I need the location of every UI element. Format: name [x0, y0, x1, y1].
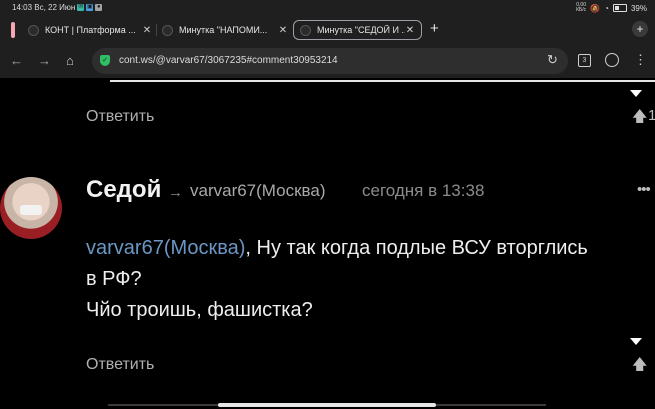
- favicon-icon: [300, 24, 311, 36]
- shield-check-icon[interactable]: ✓: [100, 55, 110, 66]
- notification-icon: ✉: [77, 4, 85, 11]
- collapse-triangle-icon[interactable]: [630, 90, 642, 97]
- status-right: 0,00 КБ/с 🔕 ◔ 39%: [576, 3, 647, 13]
- comment-body: varvar67(Москва), Ну так когда подлые ВС…: [86, 233, 655, 326]
- comment-text: , Ну так когда подлые ВСУ вторглись: [245, 237, 588, 259]
- kebab-menu-icon[interactable]: ⋮: [634, 52, 647, 68]
- comment-line-3: Чйо троишь, фашистка?: [86, 299, 313, 321]
- comment-line-1: varvar67(Москва), Ну так когда подлые ВС…: [86, 233, 655, 264]
- comment-line-2: в РФ?: [86, 268, 142, 290]
- wifi-icon: ◔: [604, 3, 609, 13]
- reload-icon[interactable]: ↻: [547, 52, 558, 68]
- status-bar: 14:03 Вс, 22 Июн ✉ ▣ ● 0,00 КБ/с 🔕 ◔ 39%: [0, 0, 655, 16]
- tab-title: КОНТ | Платформа ...: [45, 25, 136, 35]
- reply-arrow-icon: →: [168, 184, 183, 201]
- tab-title: Минутка "СЕДОЙ И ...: [317, 25, 405, 35]
- comment-author[interactable]: Седой: [86, 176, 161, 204]
- upvote-arrow-icon[interactable]: 🡅: [632, 106, 647, 131]
- tab-group-indicator[interactable]: [11, 22, 15, 38]
- favicon-icon: [28, 24, 39, 36]
- comment-time[interactable]: сегодня в 13:38: [362, 181, 484, 201]
- network-speed: 0,00 КБ/с: [576, 2, 587, 13]
- battery-icon: [612, 4, 627, 12]
- status-time: 14:03 Вс, 22 Июн: [12, 3, 76, 12]
- vote-count: 1: [648, 107, 655, 124]
- status-left: 14:03 Вс, 22 Июн ✉ ▣ ●: [12, 3, 103, 12]
- mention-link[interactable]: varvar67(Москва): [86, 237, 245, 259]
- comment-divider: [110, 80, 655, 82]
- notification-icon-3: ●: [95, 4, 103, 11]
- collapse-triangle-icon[interactable]: [630, 338, 642, 345]
- close-tab-icon[interactable]: ✕: [278, 25, 288, 36]
- tab-menu-icon[interactable]: +: [632, 21, 648, 37]
- new-tab-icon[interactable]: +: [430, 20, 439, 37]
- forward-arrow-icon[interactable]: →: [38, 53, 51, 68]
- tab-switcher-button[interactable]: 3: [578, 54, 591, 67]
- tab-3-active[interactable]: Минутка "СЕДОЙ И ... ✕: [293, 20, 422, 40]
- more-options-icon[interactable]: •••: [637, 181, 651, 198]
- close-tab-icon[interactable]: ✕: [142, 25, 152, 36]
- reply-recipient[interactable]: varvar67(Москва): [190, 181, 326, 201]
- back-arrow-icon[interactable]: ←: [10, 53, 23, 68]
- tab-divider: [156, 24, 157, 36]
- home-icon[interactable]: ⌂: [66, 53, 74, 68]
- tab-2[interactable]: Минутка "НАПОМИ... ✕: [162, 20, 288, 40]
- avatar[interactable]: [0, 177, 62, 239]
- tab-title: Минутка "НАПОМИ...: [179, 25, 268, 35]
- close-tab-icon[interactable]: ✕: [405, 25, 415, 36]
- favicon-icon: [162, 24, 173, 36]
- upvote-arrow-icon[interactable]: 🡅: [632, 354, 647, 379]
- url-text[interactable]: cont.ws/@varvar67/3067235#comment3095321…: [119, 55, 338, 66]
- home-indicator[interactable]: [218, 403, 436, 407]
- tab-1[interactable]: КОНТ | Платформа ... ✕: [28, 20, 152, 40]
- account-icon[interactable]: [605, 53, 619, 67]
- reply-link-previous[interactable]: Ответить: [86, 108, 154, 126]
- notification-icon-2: ▣: [86, 4, 94, 11]
- reply-link[interactable]: Ответить: [86, 356, 154, 374]
- mute-icon: 🔕: [590, 3, 601, 13]
- avatar-mask: [20, 205, 42, 215]
- battery-percent: 39%: [630, 3, 647, 13]
